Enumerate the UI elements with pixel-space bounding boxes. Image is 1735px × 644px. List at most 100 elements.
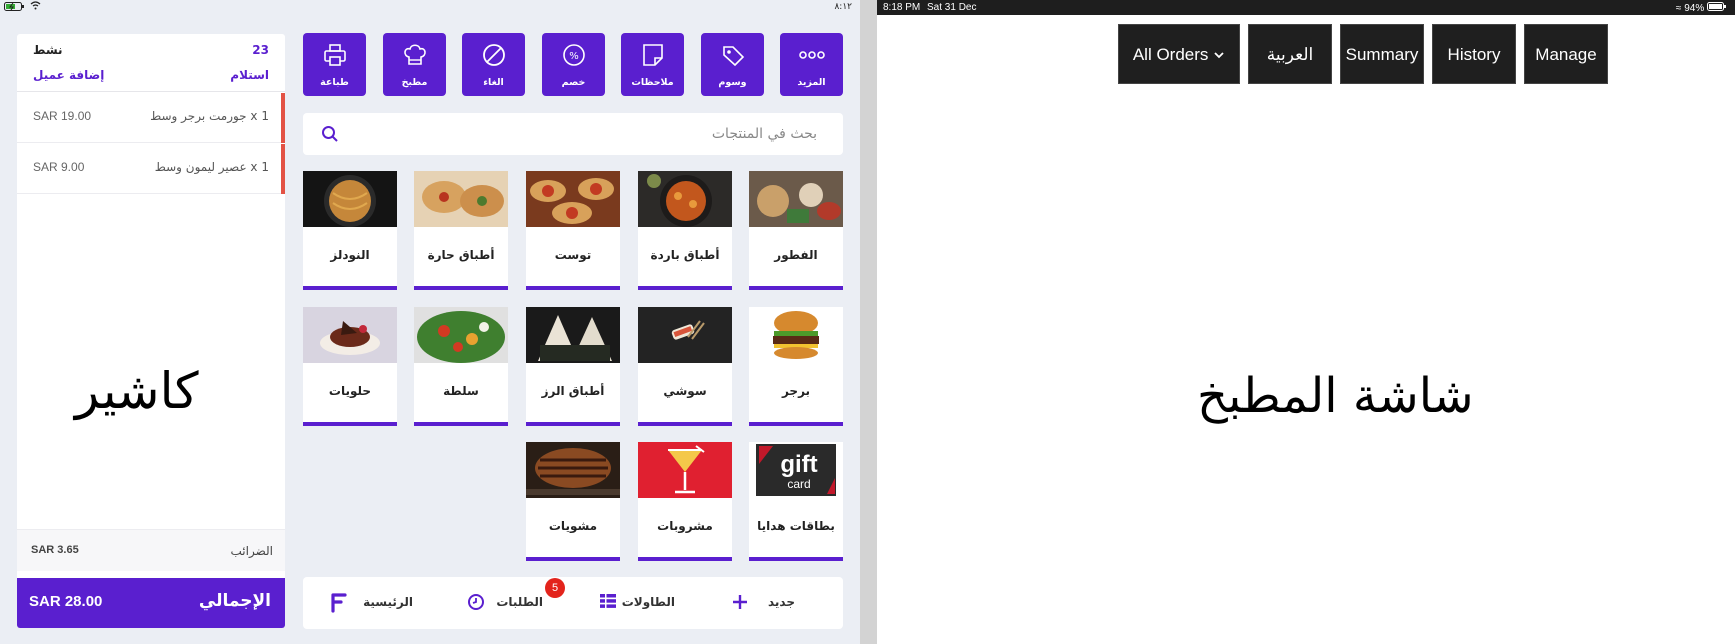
category-name: برجر <box>781 384 811 398</box>
category-card-toast[interactable]: توست <box>526 171 620 290</box>
category-image <box>638 307 732 363</box>
cashier-screen: ٨:١٢ 23 نشط استلام إضافة عميل 1 x جورمت … <box>0 0 860 644</box>
wifi-icon: ≈ <box>1675 3 1682 14</box>
category-card-noodles[interactable]: النودلز <box>303 171 397 290</box>
order-type-button[interactable]: استلام <box>230 68 269 82</box>
chevron-down-icon <box>1213 45 1225 64</box>
language-button[interactable]: العربية <box>1248 24 1332 84</box>
battery-status: ≈ 94% <box>1676 2 1727 14</box>
category-image <box>526 307 620 363</box>
history-label: History <box>1447 45 1501 64</box>
print-button[interactable]: طباعة <box>303 33 366 96</box>
category-card-sushi[interactable]: سوشي <box>638 307 732 426</box>
category-card-gift-cards[interactable]: gift card بطاقات هدايا <box>749 442 843 561</box>
nav-new-order[interactable]: جديد <box>723 577 833 629</box>
cancel-icon <box>462 43 525 67</box>
nav-orders[interactable]: الطلبات 5 <box>453 577 573 629</box>
summary-button[interactable]: Summary <box>1340 24 1424 84</box>
category-image <box>526 442 620 498</box>
search-input[interactable] <box>343 113 823 155</box>
add-customer-button[interactable]: إضافة عميل <box>33 68 104 82</box>
category-card-burger[interactable]: برجر <box>749 307 843 426</box>
status-time: 8:18 PM <box>883 2 921 13</box>
category-name: حلويات <box>328 384 372 398</box>
print-label: طباعة <box>320 77 349 88</box>
manage-button[interactable]: Manage <box>1524 24 1608 84</box>
category-card-rice-dishes[interactable]: أطباق الرز <box>526 307 620 426</box>
kitchen-button[interactable]: مطبخ <box>383 33 446 96</box>
svg-text:%: % <box>569 51 579 62</box>
note-icon <box>621 43 684 67</box>
language-label: العربية <box>1266 45 1314 64</box>
notes-button[interactable]: ملاحظات <box>621 33 684 96</box>
category-name: أطباق الرز <box>541 384 605 398</box>
more-label: المزيد <box>797 77 826 88</box>
tax-row: الضرائب SAR 3.65 <box>17 529 285 571</box>
discount-label: خصم <box>561 77 586 88</box>
order-item-name: 1 x جورمت برجر وسط <box>150 109 269 123</box>
discount-button[interactable]: % خصم <box>542 33 605 96</box>
gift-card-subtext: card <box>787 477 810 491</box>
kitchen-display-screen: 8:18 PM Sat 31 Dec ≈ 94% Manage History … <box>877 0 1735 644</box>
order-item-indicator <box>281 144 285 194</box>
manage-label: Manage <box>1535 45 1597 64</box>
order-item-price: SAR 19.00 <box>33 109 92 123</box>
order-item[interactable]: 1 x عصير ليمون وسط SAR 9.00 <box>17 144 285 194</box>
tags-label: وسوم <box>718 77 747 88</box>
category-card-desserts[interactable]: حلويات <box>303 307 397 426</box>
tags-button[interactable]: وسوم <box>701 33 764 96</box>
search-icon <box>321 125 339 147</box>
nav-orders-label: الطلبات <box>496 595 543 609</box>
category-image <box>303 171 397 227</box>
category-image: gift card <box>749 442 843 498</box>
pay-button[interactable]: الإجمالي SAR 28.00 <box>17 578 285 628</box>
category-image <box>749 307 843 363</box>
category-card-breakfast[interactable]: الفطور <box>749 171 843 290</box>
summary-label: Summary <box>1345 45 1419 64</box>
order-item[interactable]: 1 x جورمت برجر وسط SAR 19.00 <box>17 93 285 143</box>
category-card-hot-dishes[interactable]: أطباق حارة <box>414 171 508 290</box>
battery-icon <box>1707 2 1727 14</box>
category-name: أطباق باردة <box>650 248 720 262</box>
kitchen-caption: شاشة المطبخ <box>1197 368 1474 424</box>
category-name: أطباق حارة <box>427 248 495 262</box>
nav-tables[interactable]: الطاولات <box>593 577 713 629</box>
plus-icon <box>731 593 749 615</box>
tables-icon <box>599 593 617 613</box>
wifi-icon <box>30 1 41 13</box>
category-name: الفطور <box>774 248 818 262</box>
category-name: سلطة <box>443 384 479 398</box>
nav-tables-label: الطاولات <box>621 595 675 609</box>
all-orders-label: All Orders <box>1132 45 1209 64</box>
history-button[interactable]: History <box>1432 24 1516 84</box>
category-image <box>303 307 397 363</box>
category-name: سوشي <box>663 384 707 398</box>
order-item-name: 1 x عصير ليمون وسط <box>154 160 269 174</box>
category-card-drinks[interactable]: مشروبات <box>638 442 732 561</box>
more-dots-icon <box>780 43 843 67</box>
printer-icon <box>303 43 366 67</box>
category-image <box>749 171 843 227</box>
category-name: مشويات <box>548 519 598 533</box>
nav-home[interactable]: الرئيسية <box>313 577 443 629</box>
status-date: Sat 31 Dec <box>927 2 977 13</box>
nav-home-label: الرئيسية <box>363 595 413 609</box>
order-status[interactable]: نشط <box>33 43 63 57</box>
notes-label: ملاحظات <box>631 77 674 88</box>
discount-icon: % <box>542 43 605 67</box>
battery-percent: 94% <box>1684 3 1705 14</box>
product-search[interactable] <box>303 113 843 155</box>
cancel-button[interactable]: الغاء <box>462 33 525 96</box>
category-image <box>414 307 508 363</box>
more-button[interactable]: المزيد <box>780 33 843 96</box>
category-card-grills[interactable]: مشويات <box>526 442 620 561</box>
category-card-cold-dishes[interactable]: أطباق باردة <box>638 171 732 290</box>
total-value: SAR 28.00 <box>29 593 103 610</box>
status-time: ٨:١٢ <box>834 2 852 12</box>
category-name: توست <box>554 248 592 262</box>
category-image <box>638 171 732 227</box>
all-orders-dropdown[interactable]: All Orders <box>1118 24 1240 84</box>
category-card-salad[interactable]: سلطة <box>414 307 508 426</box>
chef-hat-icon <box>383 43 446 67</box>
tax-label: الضرائب <box>230 544 273 558</box>
